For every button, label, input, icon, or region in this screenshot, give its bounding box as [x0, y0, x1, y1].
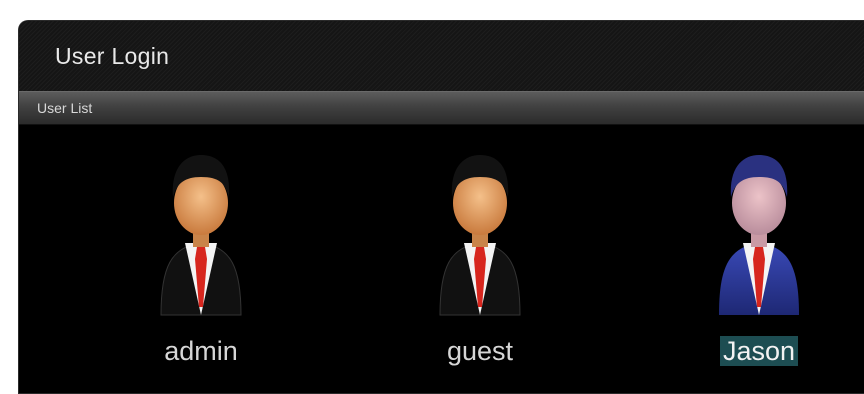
user-list: admin guest Jason: [19, 125, 864, 393]
user-name-label: Jason: [669, 332, 849, 370]
user-list-header: User List: [37, 100, 93, 116]
user-name-label: guest: [446, 336, 514, 366]
title-bar: User Login: [19, 21, 864, 91]
user-item-admin[interactable]: admin: [111, 147, 291, 377]
user-avatar-icon: [160, 155, 242, 316]
user-item-guest[interactable]: guest: [390, 147, 570, 377]
user-avatar-icon: [719, 155, 799, 315]
user-avatar-icon: [439, 155, 521, 316]
window-title: User Login: [55, 43, 170, 69]
screen-frame: User Login User List admin guest Jason: [8, 6, 864, 394]
user-name-label: admin: [164, 336, 238, 366]
user-item-jason[interactable]: Jason: [669, 147, 849, 377]
user-login-window: User Login User List admin guest Jason: [18, 20, 864, 394]
user-list-header-bar: User List: [19, 91, 864, 125]
